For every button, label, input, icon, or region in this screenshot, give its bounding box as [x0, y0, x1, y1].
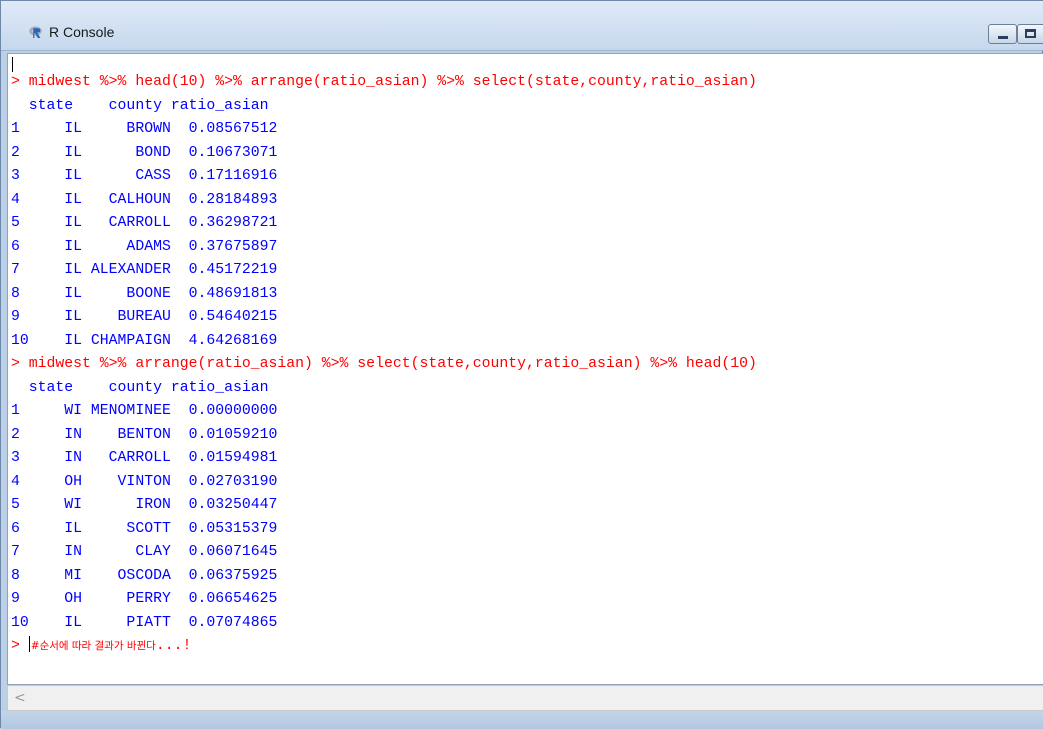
scroll-left-arrow[interactable]: < [14, 689, 30, 707]
text-cursor [12, 57, 13, 72]
horizontal-scrollbar[interactable]: < [7, 685, 1043, 711]
output-line: state county ratio_asian [11, 97, 269, 114]
window-bottom-frame [1, 711, 1043, 729]
command-line: > midwest %>% arrange(ratio_asian) %>% s… [11, 356, 757, 372]
console-output-area[interactable]: > midwest %>% head(10) %>% arrange(ratio… [7, 53, 1043, 685]
command-line: > midwest %>% head(10) %>% arrange(ratio… [11, 74, 757, 90]
window-title: R Console [49, 24, 115, 40]
comment-text: #순서에 따라 결과가 바뀐다 [30, 640, 156, 652]
output-line: 2 IL BOND 0.10673071 [11, 144, 278, 161]
output-line: 6 IL ADAMS 0.37675897 [11, 238, 278, 255]
output-line: 9 OH PERRY 0.06654625 [11, 591, 278, 607]
output-line: 8 IL BOONE 0.48691813 [11, 285, 278, 302]
output-line: 7 IL ALEXANDER 0.45172219 [11, 262, 278, 278]
output-line: 4 OH VINTON 0.02703190 [11, 473, 278, 490]
minimize-icon [998, 36, 1008, 39]
output-line: 7 IN CLAY 0.06071645 [11, 544, 278, 560]
maximize-button[interactable] [1017, 24, 1043, 44]
console-lines: > midwest %>% head(10) %>% arrange(ratio… [11, 71, 757, 659]
output-line: 5 WI IRON 0.03250447 [11, 497, 278, 513]
output-line: 1 IL BROWN 0.08567512 [11, 121, 278, 137]
output-line: 3 IL CASS 0.17116916 [11, 168, 278, 184]
r-logo-icon [29, 26, 42, 38]
output-line: 9 IL BUREAU 0.54640215 [11, 309, 278, 325]
prompt-symbol: > [11, 638, 29, 654]
active-prompt-line[interactable]: > #순서에 따라 결과가 바뀐다...! [11, 635, 757, 659]
output-line: 10 IL PIATT 0.07074865 [11, 614, 278, 631]
output-line: 6 IL SCOTT 0.05315379 [11, 520, 278, 537]
output-line: state county ratio_asian [11, 379, 269, 396]
output-line: 8 MI OSCODA 0.06375925 [11, 567, 278, 584]
output-line: 1 WI MENOMINEE 0.00000000 [11, 403, 278, 419]
output-line: 10 IL CHAMPAIGN 4.64268169 [11, 332, 278, 349]
comment-suffix: ...! [155, 638, 192, 654]
maximize-icon [1025, 29, 1036, 38]
output-line: 5 IL CARROLL 0.36298721 [11, 215, 278, 231]
output-line: 2 IN BENTON 0.01059210 [11, 426, 278, 443]
r-console-window: R Console > midwest %>% head(10) %>% arr… [0, 0, 1043, 729]
title-bar[interactable]: R Console [1, 1, 1043, 51]
output-line: 4 IL CALHOUN 0.28184893 [11, 191, 278, 208]
output-line: 3 IN CARROLL 0.01594981 [11, 450, 278, 466]
minimize-button[interactable] [988, 24, 1017, 44]
input-caret [28, 636, 30, 652]
